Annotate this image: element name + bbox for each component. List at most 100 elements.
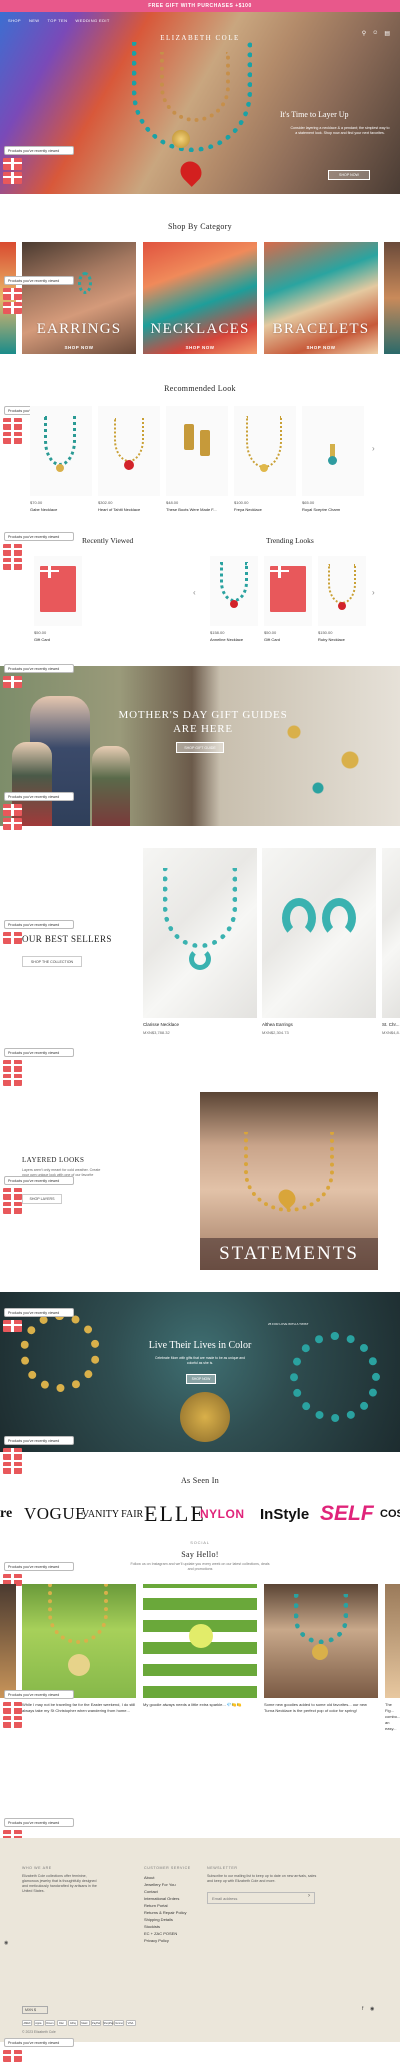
recently-viewed-pill[interactable]: Products you've recently viewed — [4, 664, 74, 673]
live-shop-button[interactable]: SHOP NOW — [186, 1374, 216, 1384]
product-name[interactable]: Anneline Necklace — [210, 637, 258, 642]
product-card[interactable]: $150.00 Ruby Necklace — [318, 556, 366, 642]
gift-icon[interactable] — [3, 1716, 22, 1728]
layered-image[interactable]: STATEMENTS — [200, 1092, 378, 1270]
product-card[interactable]: $50.00 Gift Card — [34, 556, 82, 642]
recently-viewed-pill[interactable]: Products you've recently viewed — [4, 276, 74, 285]
social-image[interactable] — [143, 1584, 257, 1698]
product-image[interactable] — [34, 556, 82, 626]
brand-logo[interactable]: ELIZABETH COLE — [150, 34, 250, 42]
footer-link[interactable]: Jewellery For You — [144, 1881, 204, 1888]
social-post[interactable]: The Fig... combo... an easy... — [385, 1584, 400, 1732]
product-card[interactable]: $100.00 Freya Necklace — [234, 406, 296, 512]
arrow-right-icon[interactable]: › — [308, 1893, 310, 1899]
instagram-icon[interactable]: ◉ — [370, 2006, 374, 2012]
recently-viewed-pill[interactable]: Products you've recently viewed — [4, 1176, 74, 1185]
chevron-right-icon[interactable]: › — [372, 444, 375, 453]
gift-icon[interactable] — [3, 172, 22, 184]
gift-icon[interactable] — [3, 676, 22, 688]
gift-icon[interactable] — [3, 1320, 22, 1332]
product-name[interactable]: Gift Card — [34, 637, 82, 642]
chevron-right-icon[interactable]: › — [372, 588, 375, 597]
gift-icon[interactable] — [3, 2050, 22, 2062]
category-shop-link[interactable]: SHOP NOW — [22, 345, 136, 350]
product-image[interactable] — [143, 848, 257, 1018]
gift-icon[interactable] — [3, 804, 22, 816]
product-name[interactable]: Freya Necklace — [234, 507, 296, 512]
social-image[interactable] — [264, 1584, 378, 1698]
gift-icon[interactable] — [3, 1448, 22, 1460]
hero-shop-button[interactable]: SHOP NOW — [328, 170, 370, 180]
recently-viewed-pill[interactable]: Products you've recently viewed — [4, 1048, 74, 1057]
gift-icon[interactable] — [3, 302, 22, 314]
social-post[interactable]: My goodie always needs a little extra sp… — [143, 1584, 257, 1708]
product-image[interactable] — [166, 406, 228, 496]
recently-viewed-pill[interactable]: Products you've recently viewed — [4, 2038, 74, 2047]
category-shop-link[interactable]: SHOP NOW — [264, 345, 378, 350]
footer-link[interactable]: Return Portal — [144, 1902, 204, 1909]
gift-icon[interactable] — [3, 932, 22, 944]
search-icon[interactable]: ⚲ — [362, 30, 366, 37]
chevron-left-icon[interactable]: ‹ — [193, 588, 196, 597]
gift-icon[interactable] — [3, 288, 22, 300]
recently-viewed-pill[interactable]: Products you've recently viewed — [4, 1818, 74, 1827]
product-image[interactable] — [262, 848, 376, 1018]
footer-link[interactable]: Shipping Details — [144, 1916, 204, 1923]
nav-new[interactable]: NEW — [29, 18, 40, 23]
product-image-partial[interactable] — [382, 848, 400, 1018]
product-image[interactable] — [30, 406, 92, 496]
product-name[interactable]: Althea Earrings — [262, 1022, 293, 1027]
nav-top-ten[interactable]: TOP TEN — [47, 18, 67, 23]
category-card-earrings[interactable]: EARRINGS SHOP NOW — [22, 242, 136, 354]
product-name[interactable]: Royal Sceptre Charm — [302, 507, 364, 512]
product-image[interactable] — [302, 406, 364, 496]
product-name[interactable]: Ruby Necklace — [318, 637, 366, 642]
product-image[interactable] — [318, 556, 366, 626]
category-card-necklaces[interactable]: NECKLACES SHOP NOW — [143, 242, 257, 354]
nav-shop[interactable]: SHOP — [8, 18, 21, 23]
product-image[interactable] — [210, 556, 258, 626]
gift-guide-button[interactable]: SHOP GIFT GUIDE — [176, 742, 224, 753]
recently-viewed-pill[interactable]: Products you've recently viewed — [4, 1308, 74, 1317]
footer-link[interactable]: Contact — [144, 1888, 204, 1895]
gift-icon[interactable] — [3, 1060, 22, 1072]
product-name[interactable]: Gabe Necklace — [30, 507, 92, 512]
cart-icon[interactable]: ▤ — [384, 30, 390, 37]
footer-link[interactable]: Privacy Policy — [144, 1937, 204, 1944]
shop-collection-button[interactable]: SHOP THE COLLECTION — [22, 956, 82, 967]
gift-icon[interactable] — [3, 1702, 22, 1714]
facebook-icon[interactable]: f — [362, 2006, 363, 2012]
recently-viewed-pill[interactable]: Products you've recently viewed — [4, 1690, 74, 1699]
instagram-icon[interactable]: ◉ — [4, 1940, 8, 1946]
product-name[interactable]: These Boots Were Made F... — [166, 507, 228, 512]
social-image[interactable] — [385, 1584, 400, 1698]
social-image[interactable] — [22, 1584, 136, 1698]
gift-icon[interactable] — [3, 1202, 22, 1214]
newsletter-email-input[interactable] — [207, 1892, 315, 1904]
nav-wedding-edit[interactable]: WEDDING EDIT — [75, 18, 109, 23]
recently-viewed-pill[interactable]: Products you've recently viewed — [4, 146, 74, 155]
category-card-bracelets[interactable]: BRACELETS SHOP NOW — [264, 242, 378, 354]
gift-icon[interactable] — [3, 1188, 22, 1200]
product-card[interactable]: $48.00 These Boots Were Made F... — [166, 406, 228, 512]
product-card[interactable]: $158.00 Anneline Necklace — [210, 556, 258, 642]
gift-icon[interactable] — [3, 432, 22, 444]
recently-viewed-pill[interactable]: Products you've recently viewed — [4, 532, 74, 541]
social-post[interactable]: Some new goodies added to some old favor… — [264, 1584, 378, 1714]
product-image[interactable] — [98, 406, 160, 496]
product-image[interactable] — [234, 406, 296, 496]
product-image[interactable] — [264, 556, 312, 626]
gift-icon[interactable] — [3, 1074, 22, 1086]
recently-viewed-pill[interactable]: Products you've recently viewed — [4, 1562, 74, 1571]
gift-icon[interactable] — [3, 558, 22, 570]
gift-icon[interactable] — [3, 158, 22, 170]
product-card[interactable]: $302.00 Heart of Tahiti Necklace — [98, 406, 160, 512]
recently-viewed-pill[interactable]: Products you've recently viewed — [4, 920, 74, 929]
footer-link[interactable]: Returns & Repair Policy — [144, 1909, 204, 1916]
product-name[interactable]: Clarisse Necklace — [143, 1022, 179, 1027]
recently-viewed-pill[interactable]: Products you've recently viewed — [4, 1436, 74, 1445]
recently-viewed-pill[interactable]: Products you've recently viewed — [4, 792, 74, 801]
mothers-day-banner[interactable]: MOTHER'S DAY GIFT GUIDES ARE HERE SHOP G… — [0, 666, 400, 826]
product-card[interactable]: $65.00 Royal Sceptre Charm — [302, 406, 364, 512]
hero-banner[interactable]: SHOP NEW TOP TEN WEDDING EDIT ELIZABETH … — [0, 12, 400, 194]
